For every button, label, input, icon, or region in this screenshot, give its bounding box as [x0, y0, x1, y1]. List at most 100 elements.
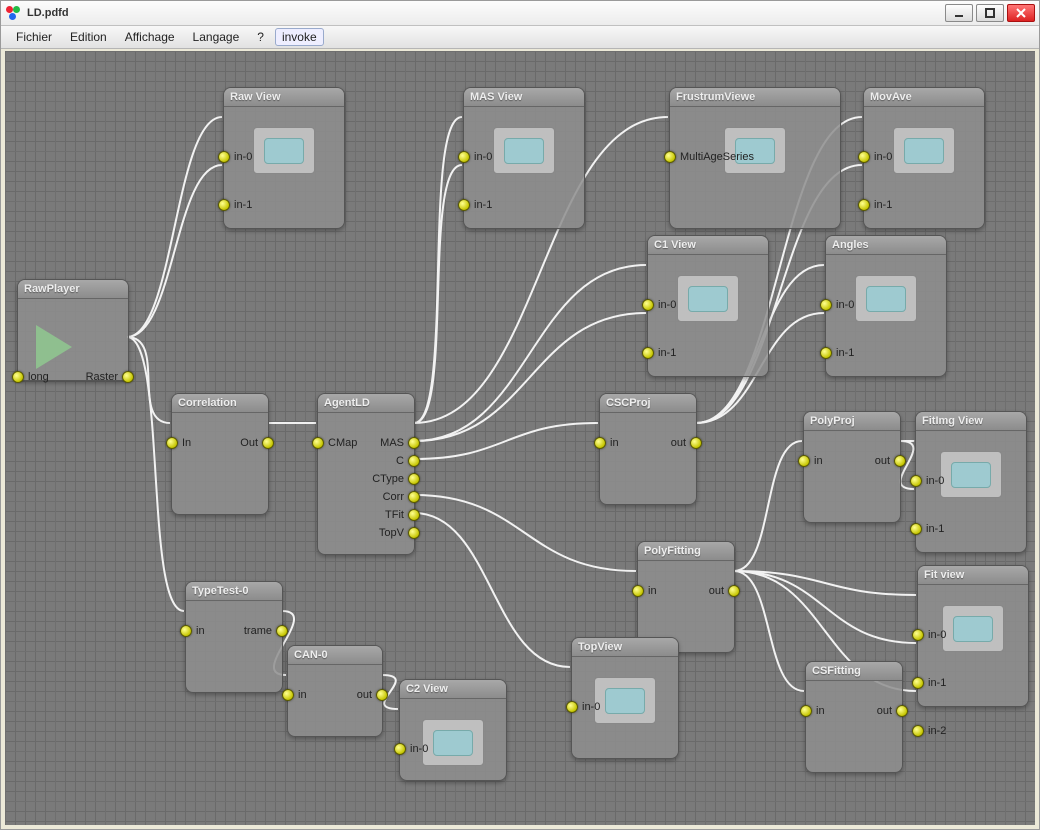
node-CAN0[interactable]: CAN-0inout [287, 645, 383, 737]
node-FrustrumViewer[interactable]: FrustrumVieweMultiAgeSeries [669, 87, 841, 229]
port-Out[interactable]: Out [240, 437, 274, 449]
node-AgentLD[interactable]: AgentLDCMapMASCCTypeCorrTFitTopV [317, 393, 415, 555]
port-pin-icon [664, 151, 676, 163]
minimize-button[interactable] [945, 4, 973, 22]
port-in-1[interactable]: in-1 [642, 347, 676, 359]
menu-affichage[interactable]: Affichage [118, 28, 182, 46]
port-out[interactable]: out [357, 689, 388, 701]
port-in-0[interactable]: in-0 [858, 151, 892, 163]
node-TopView[interactable]: TopViewin-0 [571, 637, 679, 759]
port-in-0[interactable]: in-0 [910, 475, 944, 487]
port-in-1[interactable]: in-1 [458, 199, 492, 211]
port-label: TFit [385, 509, 404, 521]
port-MAS[interactable]: MAS [380, 437, 420, 449]
port-TopV[interactable]: TopV [379, 527, 420, 539]
port-pin-icon [408, 455, 420, 467]
play-icon[interactable] [36, 325, 72, 369]
port-in-0[interactable]: in-0 [642, 299, 676, 311]
port-MultiAgeSeries[interactable]: MultiAgeSeries [664, 151, 754, 163]
port-in-0[interactable]: in-0 [820, 299, 854, 311]
menu-langage[interactable]: Langage [186, 28, 247, 46]
node-CSCProj[interactable]: CSCProjinout [599, 393, 697, 505]
node-C2View[interactable]: C2 Viewin-0 [399, 679, 507, 781]
app-icon [5, 5, 21, 21]
port-label: out [671, 437, 686, 449]
node-TypeTest0[interactable]: TypeTest-0intrame [185, 581, 283, 693]
port-in-1[interactable]: in-1 [910, 523, 944, 535]
wire [734, 571, 916, 595]
port-CType[interactable]: CType [372, 473, 420, 485]
port-in-0[interactable]: in-0 [218, 151, 252, 163]
port-out[interactable]: out [671, 437, 702, 449]
port-out[interactable]: out [709, 585, 740, 597]
port-label: in-0 [474, 151, 492, 163]
port-long[interactable]: long [12, 371, 49, 383]
titlebar[interactable]: LD.pdfd [1, 1, 1039, 26]
port-pin-icon [910, 523, 922, 535]
node-PolyProj[interactable]: PolyProjinout [803, 411, 901, 523]
node-RawView[interactable]: Raw Viewin-0in-1 [223, 87, 345, 229]
node-FitView[interactable]: Fit viewin-0in-1in-2 [917, 565, 1029, 707]
node-body: inout [288, 665, 382, 737]
port-in-1[interactable]: in-1 [218, 199, 252, 211]
port-in-2[interactable]: in-2 [912, 725, 946, 737]
window-title: LD.pdfd [27, 7, 69, 19]
preview-thumbnail [422, 719, 484, 766]
port-out[interactable]: out [875, 455, 906, 467]
port-in[interactable]: in [632, 585, 657, 597]
node-body: InOut [172, 413, 268, 515]
port-in-1[interactable]: in-1 [858, 199, 892, 211]
port-in-1[interactable]: in-1 [912, 677, 946, 689]
port-out[interactable]: out [877, 705, 908, 717]
node-Angles[interactable]: Anglesin-0in-1 [825, 235, 947, 377]
port-in[interactable]: in [800, 705, 825, 717]
port-pin-icon [566, 701, 578, 713]
port-C[interactable]: C [396, 455, 420, 467]
port-label: MultiAgeSeries [680, 151, 754, 163]
node-Correlation[interactable]: CorrelationInOut [171, 393, 269, 515]
port-Corr[interactable]: Corr [383, 491, 420, 503]
port-in[interactable]: in [594, 437, 619, 449]
port-in-0[interactable]: in-0 [394, 743, 428, 755]
node-body: inout [600, 413, 696, 505]
node-MovAve[interactable]: MovAvein-0in-1 [863, 87, 985, 229]
node-body: in-0in-1 [916, 451, 1026, 573]
maximize-button[interactable] [976, 4, 1004, 22]
node-RawPlayer[interactable]: RawPlayerlongRaster [17, 279, 129, 381]
node-title: CSCProj [600, 394, 696, 413]
wire [414, 495, 636, 571]
port-trame[interactable]: trame [244, 625, 288, 637]
port-in-0[interactable]: in-0 [458, 151, 492, 163]
port-Raster[interactable]: Raster [86, 371, 134, 383]
port-In[interactable]: In [166, 437, 191, 449]
node-title: CSFitting [806, 662, 902, 681]
close-button[interactable] [1007, 4, 1035, 22]
menu-invoke[interactable]: invoke [275, 28, 324, 46]
port-pin-icon [858, 199, 870, 211]
node-CSFitting[interactable]: CSFittinginout [805, 661, 903, 773]
port-CMap[interactable]: CMap [312, 437, 357, 449]
port-label: in-0 [582, 701, 600, 713]
port-pin-icon [820, 299, 832, 311]
wire [127, 165, 222, 337]
port-label: in [196, 625, 205, 637]
port-in-1[interactable]: in-1 [820, 347, 854, 359]
port-label: MAS [380, 437, 404, 449]
port-in-0[interactable]: in-0 [912, 629, 946, 641]
graph-canvas[interactable]: RawPlayerlongRaster Raw Viewin-0in-1 Corre… [5, 51, 1035, 825]
menu-edition[interactable]: Edition [63, 28, 114, 46]
menu-?[interactable]: ? [250, 28, 271, 46]
port-in[interactable]: in [798, 455, 823, 467]
menu-fichier[interactable]: Fichier [9, 28, 59, 46]
port-pin-icon [910, 475, 922, 487]
wire [414, 165, 462, 423]
node-FitImgView[interactable]: FitImg Viewin-0in-1 [915, 411, 1027, 553]
port-in[interactable]: in [282, 689, 307, 701]
port-in-0[interactable]: in-0 [566, 701, 600, 713]
node-C1View[interactable]: C1 Viewin-0in-1 [647, 235, 769, 377]
node-MASView[interactable]: MAS Viewin-0in-1 [463, 87, 585, 229]
port-pin-icon [218, 151, 230, 163]
port-TFit[interactable]: TFit [385, 509, 420, 521]
port-in[interactable]: in [180, 625, 205, 637]
port-pin-icon [408, 437, 420, 449]
